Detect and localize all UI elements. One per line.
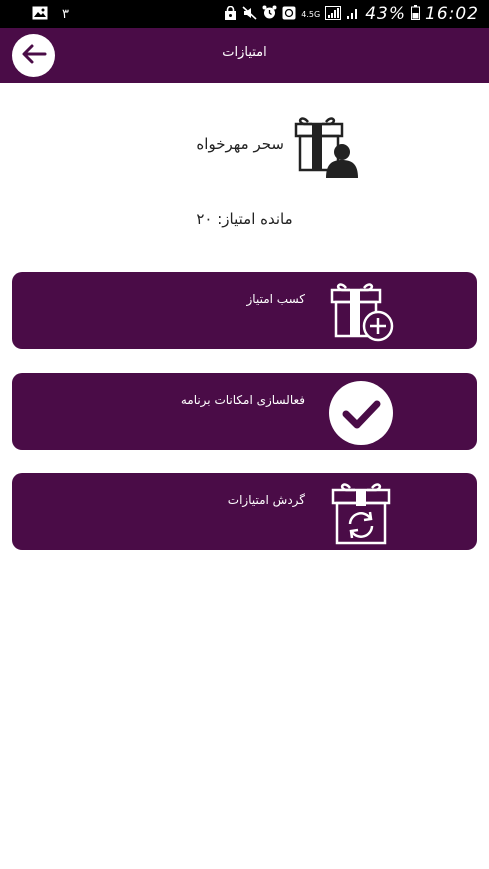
app-bar: امتیازات (0, 28, 489, 83)
activate-features-button[interactable]: فعالسازی امکانات برنامه (12, 373, 477, 450)
points-history-button[interactable]: گردش امتیازات (12, 473, 477, 550)
remaining-points: مانده امتیاز: ۲۰ (196, 210, 293, 228)
profile-name: سحر مهرخواه (196, 135, 284, 153)
status-bar-left: ٣ (32, 5, 69, 24)
gift-refresh-icon (328, 480, 394, 546)
check-circle-icon (328, 380, 394, 446)
gift-plus-icon (328, 279, 394, 345)
profile-header: سحر مهرخواه (0, 110, 489, 182)
signal-bars-icon (346, 6, 360, 23)
earn-points-button[interactable]: کسب امتیاز (12, 272, 477, 349)
points-history-label: گردش امتیازات (227, 493, 305, 507)
status-bar: ٣ 4.5G 43% 16:02 (0, 0, 489, 28)
battery-icon (411, 5, 420, 23)
clock: 16:02 (425, 4, 479, 24)
network-type-label: 4.5G (301, 9, 321, 19)
data-saver-icon (282, 6, 296, 23)
notification-count: ٣ (62, 7, 69, 22)
gift-user-icon (292, 112, 358, 178)
status-bar-right: 4.5G 43% 16:02 (224, 4, 479, 24)
battery-percent: 43% (365, 4, 406, 24)
signal-icon (325, 5, 342, 23)
mute-icon (242, 5, 257, 23)
gallery-notification-icon (32, 5, 48, 24)
alarm-icon (262, 5, 277, 23)
lock-icon (224, 5, 237, 23)
activate-features-label: فعالسازی امکانات برنامه (180, 393, 305, 407)
page-title: امتیازات (222, 45, 267, 60)
earn-points-label: کسب امتیاز (246, 292, 305, 306)
